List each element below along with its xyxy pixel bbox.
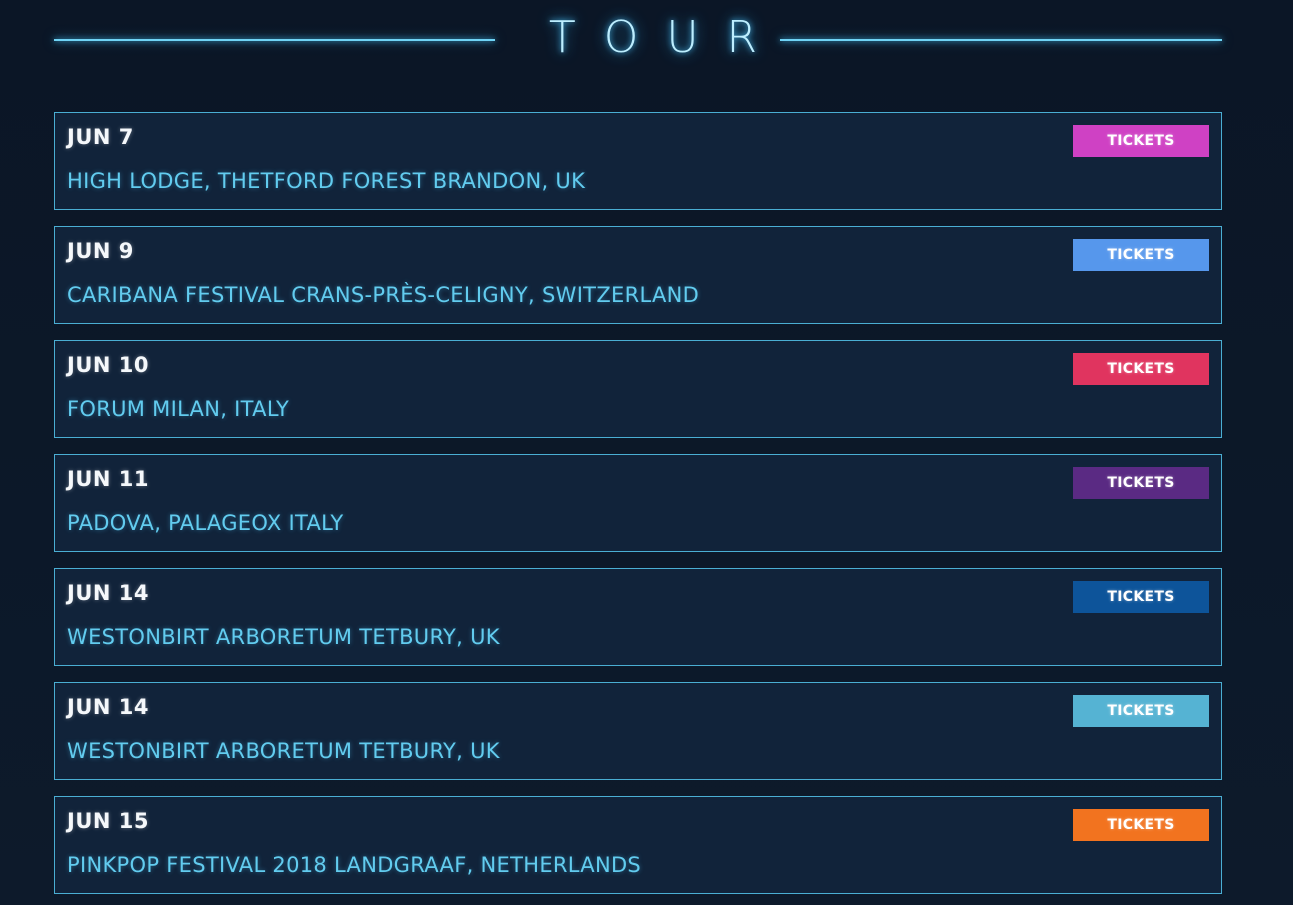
tickets-button[interactable]: TICKETS [1073, 581, 1209, 613]
header-divider-left [54, 39, 495, 41]
tour-date: JUN 14 [67, 695, 149, 719]
tour-date: JUN 7 [67, 125, 134, 149]
tour-venue: WESTONBIRT ARBORETUM TETBURY, UK [67, 739, 500, 763]
tour-row: JUN 14 WESTONBIRT ARBORETUM TETBURY, UK … [54, 682, 1222, 780]
tour-venue: HIGH LODGE, THETFORD FOREST BRANDON, UK [67, 169, 586, 193]
tour-row: JUN 15 PINKPOP FESTIVAL 2018 LANDGRAAF, … [54, 796, 1222, 894]
tour-row: JUN 11 PADOVA, PALAGEOX ITALY TICKETS [54, 454, 1222, 552]
tour-date: JUN 11 [67, 467, 149, 491]
tour-venue: PINKPOP FESTIVAL 2018 LANDGRAAF, NETHERL… [67, 853, 642, 877]
tour-date: JUN 14 [67, 581, 149, 605]
tour-header: TOUR [54, 0, 1222, 80]
tickets-button[interactable]: TICKETS [1073, 239, 1209, 271]
tour-venue: PADOVA, PALAGEOX ITALY [67, 511, 344, 535]
tour-date: JUN 9 [67, 239, 134, 263]
tickets-button[interactable]: TICKETS [1073, 809, 1209, 841]
tickets-button[interactable]: TICKETS [1073, 353, 1209, 385]
header-divider-right [780, 39, 1222, 41]
tour-dates-list: JUN 7 HIGH LODGE, THETFORD FOREST BRANDO… [54, 112, 1222, 905]
tour-venue: CARIBANA FESTIVAL CRANS-PRÈS-CELIGNY, SW… [67, 283, 700, 307]
tour-date: JUN 10 [67, 353, 149, 377]
tour-venue: FORUM MILAN, ITALY [67, 397, 290, 421]
tour-row: JUN 10 FORUM MILAN, ITALY TICKETS [54, 340, 1222, 438]
page-title: TOUR [548, 12, 786, 63]
tour-row: JUN 7 HIGH LODGE, THETFORD FOREST BRANDO… [54, 112, 1222, 210]
tour-venue: WESTONBIRT ARBORETUM TETBURY, UK [67, 625, 500, 649]
tour-date: JUN 15 [67, 809, 149, 833]
tickets-button[interactable]: TICKETS [1073, 125, 1209, 157]
tickets-button[interactable]: TICKETS [1073, 467, 1209, 499]
tour-row: JUN 9 CARIBANA FESTIVAL CRANS-PRÈS-CELIG… [54, 226, 1222, 324]
tickets-button[interactable]: TICKETS [1073, 695, 1209, 727]
tour-row: JUN 14 WESTONBIRT ARBORETUM TETBURY, UK … [54, 568, 1222, 666]
